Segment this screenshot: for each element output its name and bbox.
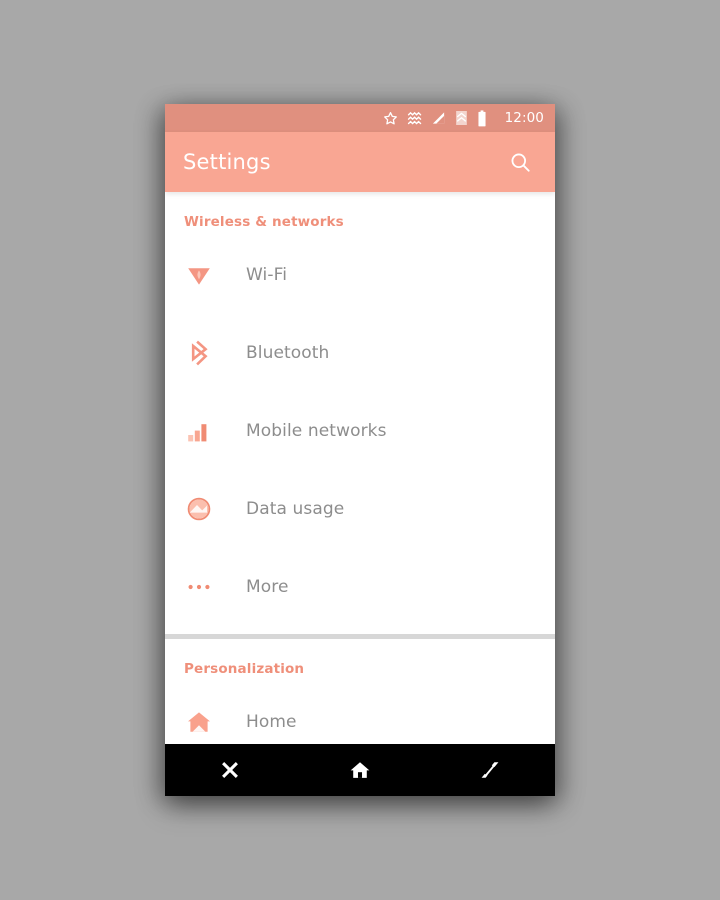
bluetooth-icon — [184, 338, 214, 368]
recents-button[interactable] — [460, 744, 520, 796]
battery-icon — [478, 109, 486, 126]
list-item-label: Home — [246, 712, 297, 732]
status-bar: 12:00 — [165, 104, 555, 132]
data-usage-icon — [184, 494, 214, 524]
page-title: Settings — [183, 150, 271, 174]
list-item-mobile-networks[interactable]: Mobile networks — [165, 392, 555, 470]
settings-list[interactable]: Wireless & networks Wi-Fi Bluetooth Mobi… — [165, 192, 555, 796]
app-bar: Settings — [165, 132, 555, 192]
signal-bars-icon — [184, 416, 214, 446]
navigation-bar — [165, 744, 555, 796]
list-item-bluetooth[interactable]: Bluetooth — [165, 314, 555, 392]
home-icon — [350, 762, 370, 778]
chevron-stack-icon — [455, 111, 467, 125]
phone-device-frame: 12:00 Settings Wireless & networks Wi-Fi… — [165, 104, 555, 796]
list-item-label: Bluetooth — [246, 343, 330, 363]
section-header-wireless: Wireless & networks — [184, 214, 344, 230]
section-header-personalization: Personalization — [184, 661, 305, 677]
home-icon — [184, 707, 214, 737]
list-item-label: Mobile networks — [246, 421, 387, 441]
more-dots-icon — [184, 572, 214, 602]
wifi-icon — [184, 260, 214, 290]
search-icon — [511, 153, 530, 172]
list-item-label: Wi-Fi — [246, 265, 288, 285]
home-button[interactable] — [330, 744, 390, 796]
star-icon — [383, 111, 397, 124]
back-button[interactable] — [200, 744, 260, 796]
signal-icon — [432, 112, 444, 124]
list-item-data-usage[interactable]: Data usage — [165, 470, 555, 548]
search-button[interactable] — [503, 145, 537, 179]
close-icon — [222, 762, 238, 778]
list-item-label: Data usage — [246, 499, 345, 519]
waves-icon — [407, 111, 421, 124]
list-item-label: More — [246, 577, 289, 597]
list-item-more[interactable]: More — [165, 548, 555, 626]
list-item-wifi[interactable]: Wi-Fi — [165, 236, 555, 314]
status-bar-clock: 12:00 — [504, 110, 544, 126]
status-bar-icons: 12:00 — [383, 109, 544, 127]
recents-icon — [481, 762, 499, 778]
settings-card-wireless: Wireless & networks Wi-Fi Bluetooth Mobi… — [165, 192, 555, 634]
